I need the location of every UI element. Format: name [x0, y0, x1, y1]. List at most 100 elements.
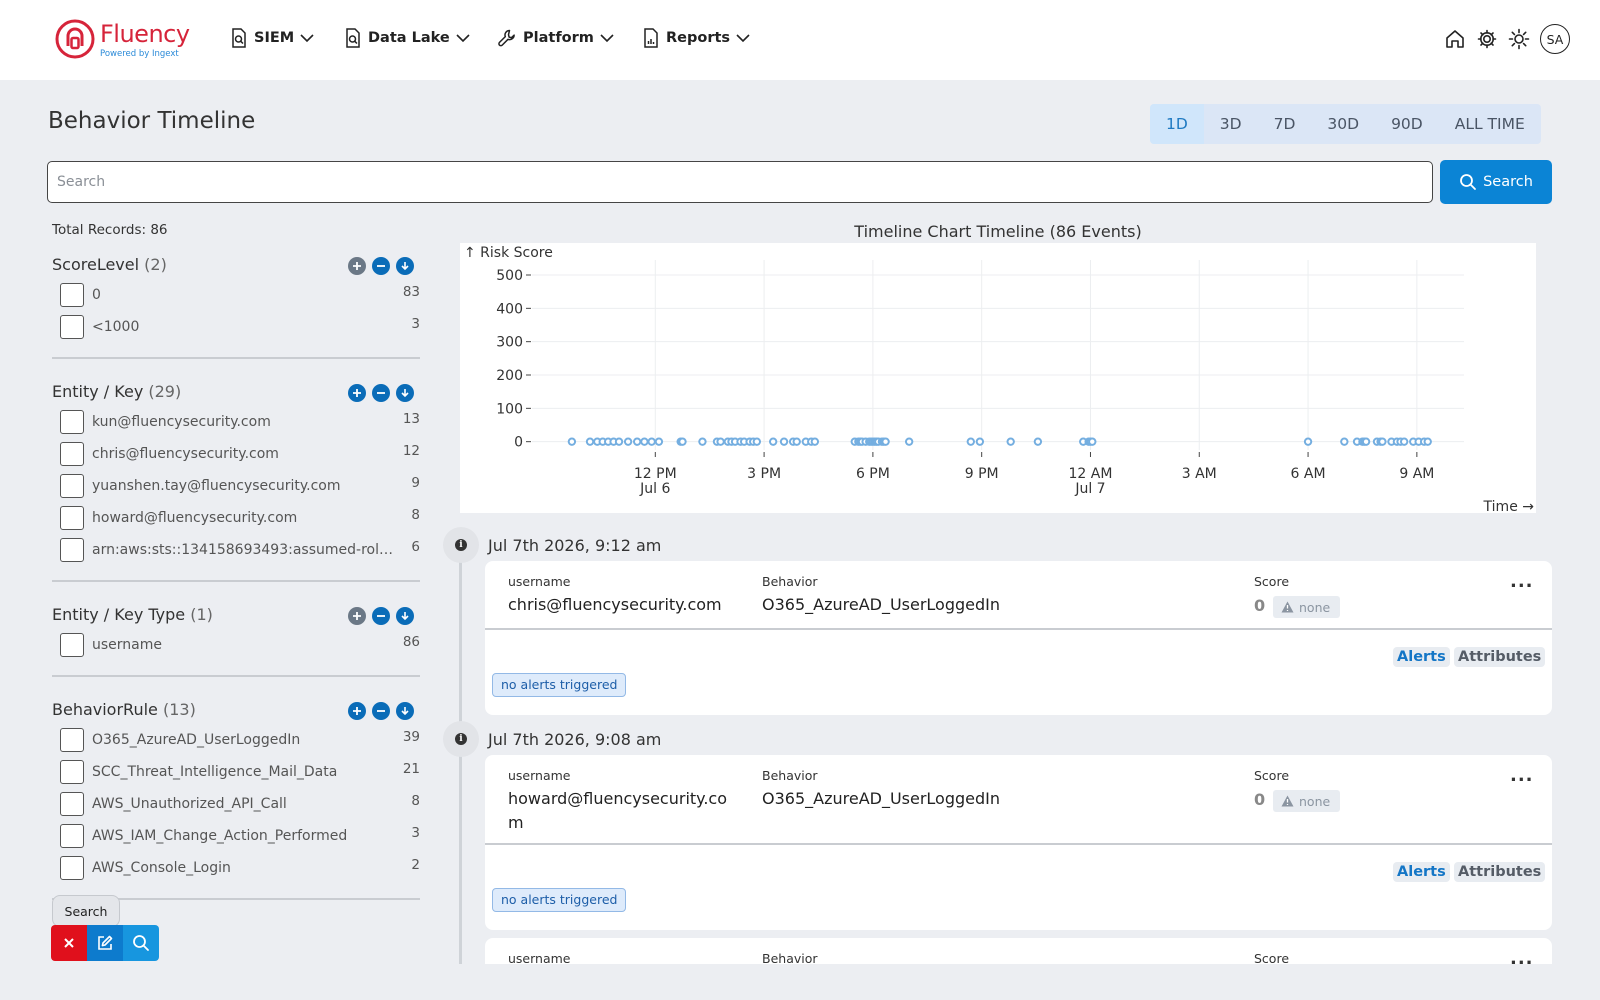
facet-checkbox[interactable]: [60, 856, 84, 880]
range-all-time[interactable]: ALL TIME: [1439, 104, 1541, 144]
edit-button[interactable]: [87, 925, 123, 961]
score-label: Score: [1254, 768, 1290, 783]
event-point[interactable]: [623, 437, 633, 446]
event-point[interactable]: [632, 437, 642, 446]
search-input[interactable]: [47, 161, 1433, 203]
range-7d[interactable]: 7D: [1258, 104, 1312, 144]
range-90d[interactable]: 90D: [1375, 104, 1439, 144]
event-point[interactable]: [585, 437, 595, 446]
tab-attributes[interactable]: Attributes: [1454, 647, 1546, 667]
tab-attributes[interactable]: Attributes: [1454, 862, 1546, 882]
more-options-button[interactable]: ...: [1510, 571, 1534, 592]
time-range-selector: 1D 3D 7D 30D 90D ALL TIME: [1150, 104, 1541, 144]
event-point[interactable]: [567, 437, 577, 446]
entity-value[interactable]: howard@fluencysecurity.co m: [508, 787, 727, 835]
event-point[interactable]: [975, 437, 985, 446]
facet-checkbox[interactable]: [60, 315, 84, 339]
event-point[interactable]: [1361, 437, 1371, 446]
facet-item: kun@fluencysecurity.com 13: [52, 408, 420, 440]
facet-exclude-button[interactable]: [372, 607, 390, 625]
facet-checkbox[interactable]: [60, 283, 84, 307]
search-button[interactable]: Search: [1440, 160, 1552, 204]
event-point[interactable]: [614, 437, 624, 446]
event-point[interactable]: [654, 437, 664, 446]
warning-icon: [1281, 795, 1294, 807]
facet-item-count: 12: [402, 443, 420, 459]
event-point[interactable]: [966, 437, 976, 446]
facet-checkbox[interactable]: [60, 792, 84, 816]
facet-checkbox[interactable]: [60, 410, 84, 434]
facet-checkbox[interactable]: [60, 442, 84, 466]
facet-title: Entity / Key Type (1): [52, 605, 213, 624]
facet-expand-button[interactable]: [396, 257, 414, 275]
range-1d[interactable]: 1D: [1150, 104, 1204, 144]
home-icon[interactable]: [1444, 28, 1466, 50]
event-point[interactable]: [1033, 437, 1043, 446]
sun-icon[interactable]: [1508, 28, 1530, 50]
facet-item: SCC_Threat_Intelligence_Mail_Data 21: [52, 758, 420, 790]
facet-checkbox[interactable]: [60, 728, 84, 752]
event-point[interactable]: [1088, 437, 1097, 446]
event-point[interactable]: [698, 437, 707, 446]
fluency-logo[interactable]: Fluency Powered by Ingext: [54, 18, 194, 62]
event-point[interactable]: [1340, 437, 1349, 446]
facet-expand-button[interactable]: [396, 702, 414, 720]
facet-item: AWS_Console_Login 2: [52, 854, 420, 886]
fluency-logo-icon: [55, 19, 95, 59]
event-point[interactable]: [640, 437, 649, 446]
facet-checkbox[interactable]: [60, 633, 84, 657]
tab-alerts[interactable]: Alerts: [1393, 647, 1450, 667]
event-point[interactable]: [904, 437, 914, 446]
event-point[interactable]: [678, 437, 687, 446]
event-card: username howard@fluencysecurity.co m Beh…: [485, 755, 1552, 930]
event-point[interactable]: [1378, 437, 1387, 446]
more-options-button[interactable]: ...: [1510, 765, 1534, 786]
facet-include-button[interactable]: [348, 607, 366, 625]
clear-button[interactable]: [51, 925, 87, 961]
event-point[interactable]: [752, 437, 762, 446]
gear-icon[interactable]: [1476, 28, 1498, 50]
facet-toolbar: [51, 925, 159, 961]
event-point[interactable]: [1423, 437, 1432, 446]
facet-expand-button[interactable]: [396, 607, 414, 625]
chart-title: Timeline Chart Timeline (86 Events): [854, 222, 1142, 241]
facet-include-button[interactable]: [348, 702, 366, 720]
nav-siem[interactable]: SIEM: [230, 28, 314, 48]
behavior-value[interactable]: O365_AzureAD_UserLoggedIn: [762, 593, 1000, 617]
entity-value[interactable]: chris@fluencysecurity.com: [508, 593, 722, 617]
event-point[interactable]: [810, 437, 820, 446]
event-point[interactable]: [881, 437, 890, 446]
event-point[interactable]: [1303, 437, 1313, 446]
facet-item-label: username: [92, 637, 162, 653]
facet-exclude-button[interactable]: [372, 702, 390, 720]
apply-search-button[interactable]: [123, 925, 159, 961]
facet-include-button[interactable]: [348, 384, 366, 402]
behavior-value[interactable]: O365_AzureAD_UserLoggedIn: [762, 787, 1000, 811]
nav-reports[interactable]: Reports: [642, 28, 750, 48]
event-point[interactable]: [1399, 437, 1409, 446]
y-tick-label: 100: [496, 401, 523, 417]
nav-data-lake[interactable]: Data Lake: [344, 28, 470, 48]
event-point[interactable]: [647, 437, 656, 446]
range-3d[interactable]: 3D: [1204, 104, 1258, 144]
event-point[interactable]: [768, 437, 778, 446]
facet-checkbox[interactable]: [60, 506, 84, 530]
nav-platform[interactable]: Platform: [497, 28, 614, 48]
x-axis-label: Time →: [1483, 499, 1535, 513]
facet-checkbox[interactable]: [60, 824, 84, 848]
facet-include-button[interactable]: [348, 257, 366, 275]
facet-checkbox[interactable]: [60, 538, 84, 562]
user-avatar[interactable]: SA: [1540, 24, 1570, 54]
event-point[interactable]: [1006, 437, 1015, 446]
range-30d[interactable]: 30D: [1311, 104, 1375, 144]
tab-alerts[interactable]: Alerts: [1393, 862, 1450, 882]
event-point[interactable]: [779, 437, 789, 446]
facet-item: chris@fluencysecurity.com 12: [52, 440, 420, 472]
event-point[interactable]: [716, 437, 725, 446]
facet-exclude-button[interactable]: [372, 384, 390, 402]
facet-checkbox[interactable]: [60, 474, 84, 498]
event-point[interactable]: [792, 437, 801, 446]
facet-exclude-button[interactable]: [372, 257, 390, 275]
facet-expand-button[interactable]: [396, 384, 414, 402]
facet-checkbox[interactable]: [60, 760, 84, 784]
